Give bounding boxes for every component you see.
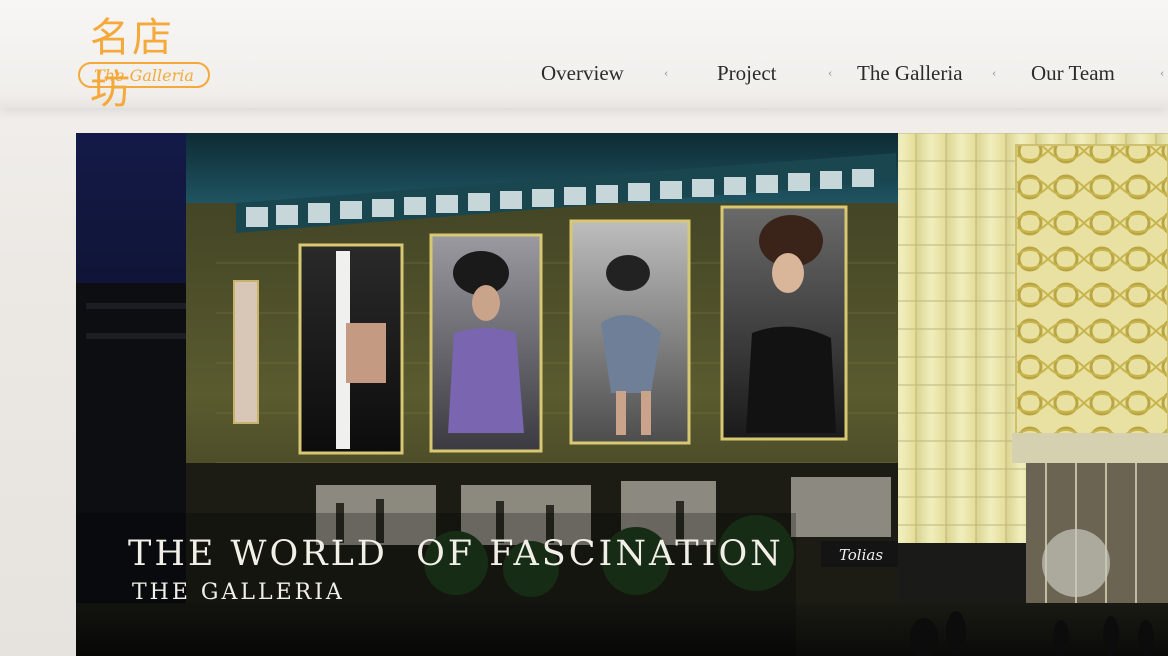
nav-item-overview[interactable]: Overview (541, 58, 624, 88)
hero-subline: THE GALLERIA (132, 580, 345, 605)
site-logo[interactable]: 名店坊 The Galleria (78, 12, 214, 113)
nav-separator-icon: ‹ (664, 67, 669, 80)
nav-item-our-team[interactable]: Our Team (1031, 58, 1115, 88)
storefront-sign: Tolias (839, 546, 883, 564)
hero-image: Tolias (76, 133, 1168, 656)
logo-english-name: The Galleria (94, 66, 194, 85)
nav-item-project[interactable]: Project (717, 58, 776, 88)
page: 名店坊 The Galleria Overview ‹ Project ‹ Th… (0, 0, 1168, 656)
hero-headline: THE WORLD OF FASCINATION (128, 534, 784, 574)
nav-separator-icon: ‹ (1160, 67, 1165, 80)
nav-separator-icon: ‹ (828, 67, 833, 80)
hero-banner: Tolias (76, 133, 1168, 656)
poster-panels (298, 205, 848, 455)
nav-separator-icon: ‹ (992, 67, 997, 80)
nav-item-the-galleria[interactable]: The Galleria (857, 58, 963, 88)
